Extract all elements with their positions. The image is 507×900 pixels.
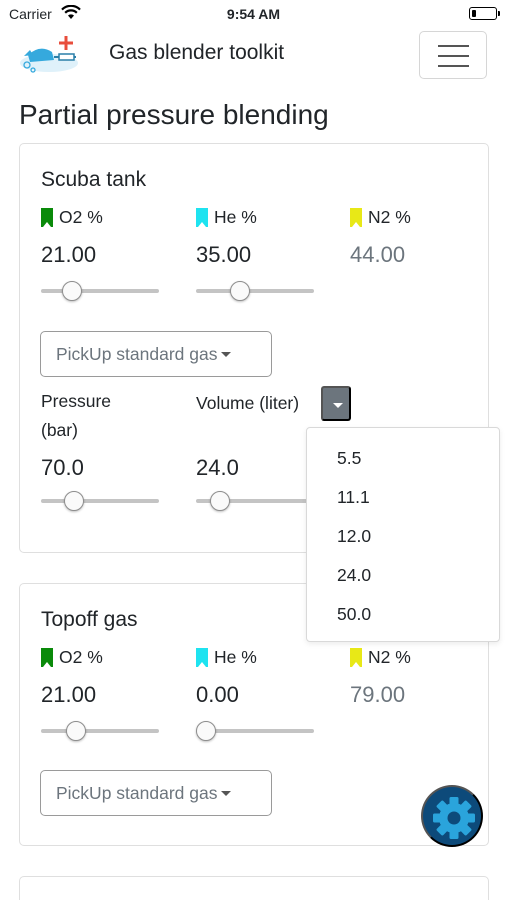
pressure-unit: (bar) — [41, 420, 78, 440]
o2-slider[interactable] — [41, 720, 159, 742]
n2-flag-icon — [350, 648, 362, 667]
pickup-standard-gas-button[interactable]: PickUp standard gas — [40, 331, 272, 377]
settings-button[interactable] — [421, 785, 483, 847]
slider-thumb[interactable] — [63, 491, 84, 511]
o2-label: O2 % — [59, 207, 103, 227]
navbar: Gas blender toolkit — [0, 28, 507, 84]
hamburger-menu-icon-line — [438, 55, 469, 57]
he-flag-icon — [196, 208, 208, 227]
o2-value[interactable]: 21.00 — [41, 242, 191, 268]
topoff-o2-group: O2 % 21.00 — [41, 647, 191, 742]
scuba-he-group: He % 35.00 — [196, 207, 346, 302]
slider-thumb[interactable] — [61, 281, 82, 301]
volume-option[interactable]: 11.1 — [337, 487, 370, 508]
status-bar: Carrier 9:54 AM — [0, 0, 507, 28]
hamburger-menu-icon — [438, 45, 469, 47]
slider-thumb[interactable] — [209, 491, 230, 511]
he-label: He % — [214, 647, 257, 667]
he-slider[interactable] — [196, 720, 314, 742]
he-flag-icon — [196, 648, 208, 667]
o2-slider[interactable] — [41, 280, 159, 302]
volume-option[interactable]: 24.0 — [337, 565, 371, 586]
topoff-he-group: He % 0.00 — [196, 647, 346, 742]
volume-option[interactable]: 50.0 — [337, 604, 371, 625]
he-value[interactable]: 0.00 — [196, 682, 346, 708]
topoff-gas-title: Topoff gas — [41, 608, 138, 631]
volume-option[interactable]: 5.5 — [337, 448, 361, 469]
o2-label: O2 % — [59, 647, 103, 667]
battery-icon — [469, 7, 500, 20]
o2-value[interactable]: 21.00 — [41, 682, 191, 708]
volume-slider[interactable] — [196, 490, 314, 512]
slider-thumb[interactable] — [66, 721, 87, 741]
scuba-o2-group: O2 % 21.00 — [41, 207, 191, 302]
volume-dropdown-menu: 5.5 11.1 12.0 24.0 50.0 — [306, 427, 500, 642]
slider-thumb[interactable] — [196, 721, 216, 741]
page-title: Partial pressure blending — [19, 99, 329, 130]
scuba-tank-title: Scuba tank — [41, 168, 147, 191]
pickup-label: PickUp standard gas — [56, 343, 218, 364]
he-slider[interactable] — [196, 280, 314, 302]
next-card — [19, 876, 489, 900]
caret-down-icon — [221, 352, 232, 358]
topoff-n2-group: N2 % 79.00 — [350, 647, 500, 708]
n2-flag-icon — [350, 208, 362, 227]
n2-value: 44.00 — [350, 242, 406, 267]
he-value[interactable]: 35.00 — [196, 242, 346, 268]
volume-option[interactable]: 12.0 — [337, 526, 371, 547]
clock: 9:54 AM — [226, 6, 281, 22]
hamburger-menu-button[interactable] — [419, 31, 487, 79]
pickup-label: PickUp standard gas — [56, 782, 218, 803]
pressure-value[interactable]: 70.0 — [41, 455, 191, 481]
n2-label: N2 % — [368, 647, 411, 667]
pressure-slider[interactable] — [41, 490, 159, 512]
scuba-n2-group: N2 % 44.00 — [350, 207, 500, 268]
blender-logo-icon[interactable] — [18, 33, 80, 77]
app-title: Gas blender toolkit — [109, 41, 285, 64]
battery-fill — [472, 10, 476, 17]
pressure-label: Pressure — [41, 391, 112, 411]
pressure-group: Pressure (bar) 70.0 — [41, 387, 191, 512]
gear-icon — [433, 797, 475, 839]
he-label: He % — [214, 207, 257, 227]
hamburger-menu-icon-line — [438, 65, 469, 67]
n2-label: N2 % — [368, 207, 411, 227]
n2-value: 79.00 — [350, 682, 406, 707]
caret-down-icon — [221, 791, 232, 797]
caret-down-icon — [333, 403, 343, 408]
o2-flag-icon — [41, 648, 53, 667]
volume-dropdown-toggle[interactable] — [321, 386, 351, 421]
pickup-standard-gas-button[interactable]: PickUp standard gas — [40, 770, 272, 816]
slider-thumb[interactable] — [230, 281, 251, 301]
o2-flag-icon — [41, 208, 53, 227]
